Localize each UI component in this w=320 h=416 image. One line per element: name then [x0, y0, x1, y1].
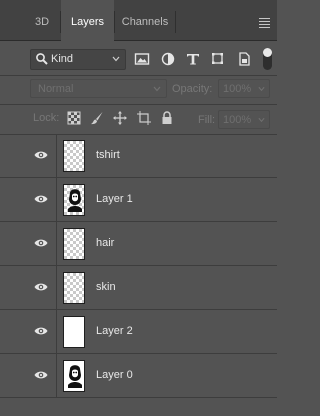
lock-artboard-icon[interactable] — [137, 111, 151, 125]
eye-icon[interactable] — [34, 194, 48, 204]
divider — [0, 75, 277, 76]
layer-thumbnail — [63, 184, 85, 216]
divider — [56, 134, 57, 177]
chevron-down-icon — [112, 56, 120, 62]
image-filter-icon[interactable] — [134, 52, 150, 66]
lock-all-icon[interactable] — [160, 111, 174, 125]
eye-icon[interactable] — [34, 238, 48, 248]
filter-kind-select[interactable]: Kind — [30, 49, 126, 70]
divider — [56, 354, 57, 397]
type-filter-icon[interactable] — [185, 52, 201, 66]
divider — [56, 178, 57, 221]
layer-thumbnail — [63, 228, 85, 260]
filter-kind-label: Kind — [51, 53, 74, 65]
tab-3d[interactable]: 3D — [24, 0, 60, 41]
layer-row[interactable]: Layer 1 — [0, 178, 277, 222]
divider — [56, 266, 57, 309]
layer-thumbnail — [63, 140, 85, 172]
layer-name[interactable]: hair — [96, 237, 114, 249]
layer-row[interactable]: skin — [0, 266, 277, 310]
eye-icon[interactable] — [34, 150, 48, 160]
layer-thumbnail — [63, 272, 85, 304]
layer-name[interactable]: skin — [96, 281, 116, 293]
divider — [56, 222, 57, 265]
chevron-down-icon — [153, 86, 161, 92]
portrait-thumbnail-icon — [68, 189, 82, 212]
portrait-thumbnail-icon — [68, 365, 82, 388]
layer-name[interactable]: Layer 2 — [96, 325, 133, 337]
adjustment-filter-icon[interactable] — [160, 52, 176, 66]
chevron-down-icon — [258, 86, 265, 92]
eye-icon[interactable] — [34, 326, 48, 336]
fill-label: Fill: — [198, 114, 216, 126]
lock-transparent-pixels-icon[interactable] — [67, 111, 81, 125]
eye-icon[interactable] — [34, 370, 48, 380]
layer-name[interactable]: Layer 0 — [96, 369, 133, 381]
tab-divider — [175, 11, 176, 33]
opacity-field[interactable]: 100% — [218, 79, 270, 98]
lock-label: Lock: — [33, 112, 60, 124]
panel-tab-bar: 3D Layers Channels — [0, 0, 277, 42]
smart-object-filter-icon[interactable] — [236, 52, 252, 66]
hamburger-icon[interactable] — [259, 18, 270, 30]
chevron-down-icon — [258, 117, 265, 123]
blend-mode-select[interactable]: Normal — [30, 79, 167, 98]
lock-image-pixels-icon[interactable] — [90, 111, 104, 125]
lock-position-icon[interactable] — [113, 111, 127, 125]
eye-icon[interactable] — [34, 282, 48, 292]
search-icon — [36, 53, 48, 65]
tab-layers[interactable]: Layers — [61, 0, 114, 42]
layer-row[interactable]: Layer 2 — [0, 310, 277, 354]
layer-filter-row: Kind — [0, 42, 277, 74]
layer-thumbnail — [63, 316, 85, 348]
layer-name[interactable]: tshirt — [96, 149, 120, 161]
layer-name[interactable]: Layer 1 — [96, 193, 133, 205]
filter-toggle-switch[interactable] — [263, 48, 272, 70]
divider — [56, 310, 57, 353]
fill-field[interactable]: 100% — [218, 110, 270, 129]
opacity-label: Opacity: — [172, 83, 213, 95]
layer-row[interactable]: Layer 0 — [0, 354, 277, 398]
fill-value: 100% — [223, 114, 252, 126]
opacity-value: 100% — [223, 83, 252, 95]
tab-channels[interactable]: Channels — [115, 0, 175, 41]
layer-row[interactable]: hair — [0, 222, 277, 266]
shape-filter-icon[interactable] — [211, 52, 227, 66]
layer-thumbnail — [63, 360, 85, 392]
layer-row[interactable]: tshirt — [0, 134, 277, 178]
divider — [0, 104, 277, 105]
blend-mode-value: Normal — [38, 83, 74, 95]
